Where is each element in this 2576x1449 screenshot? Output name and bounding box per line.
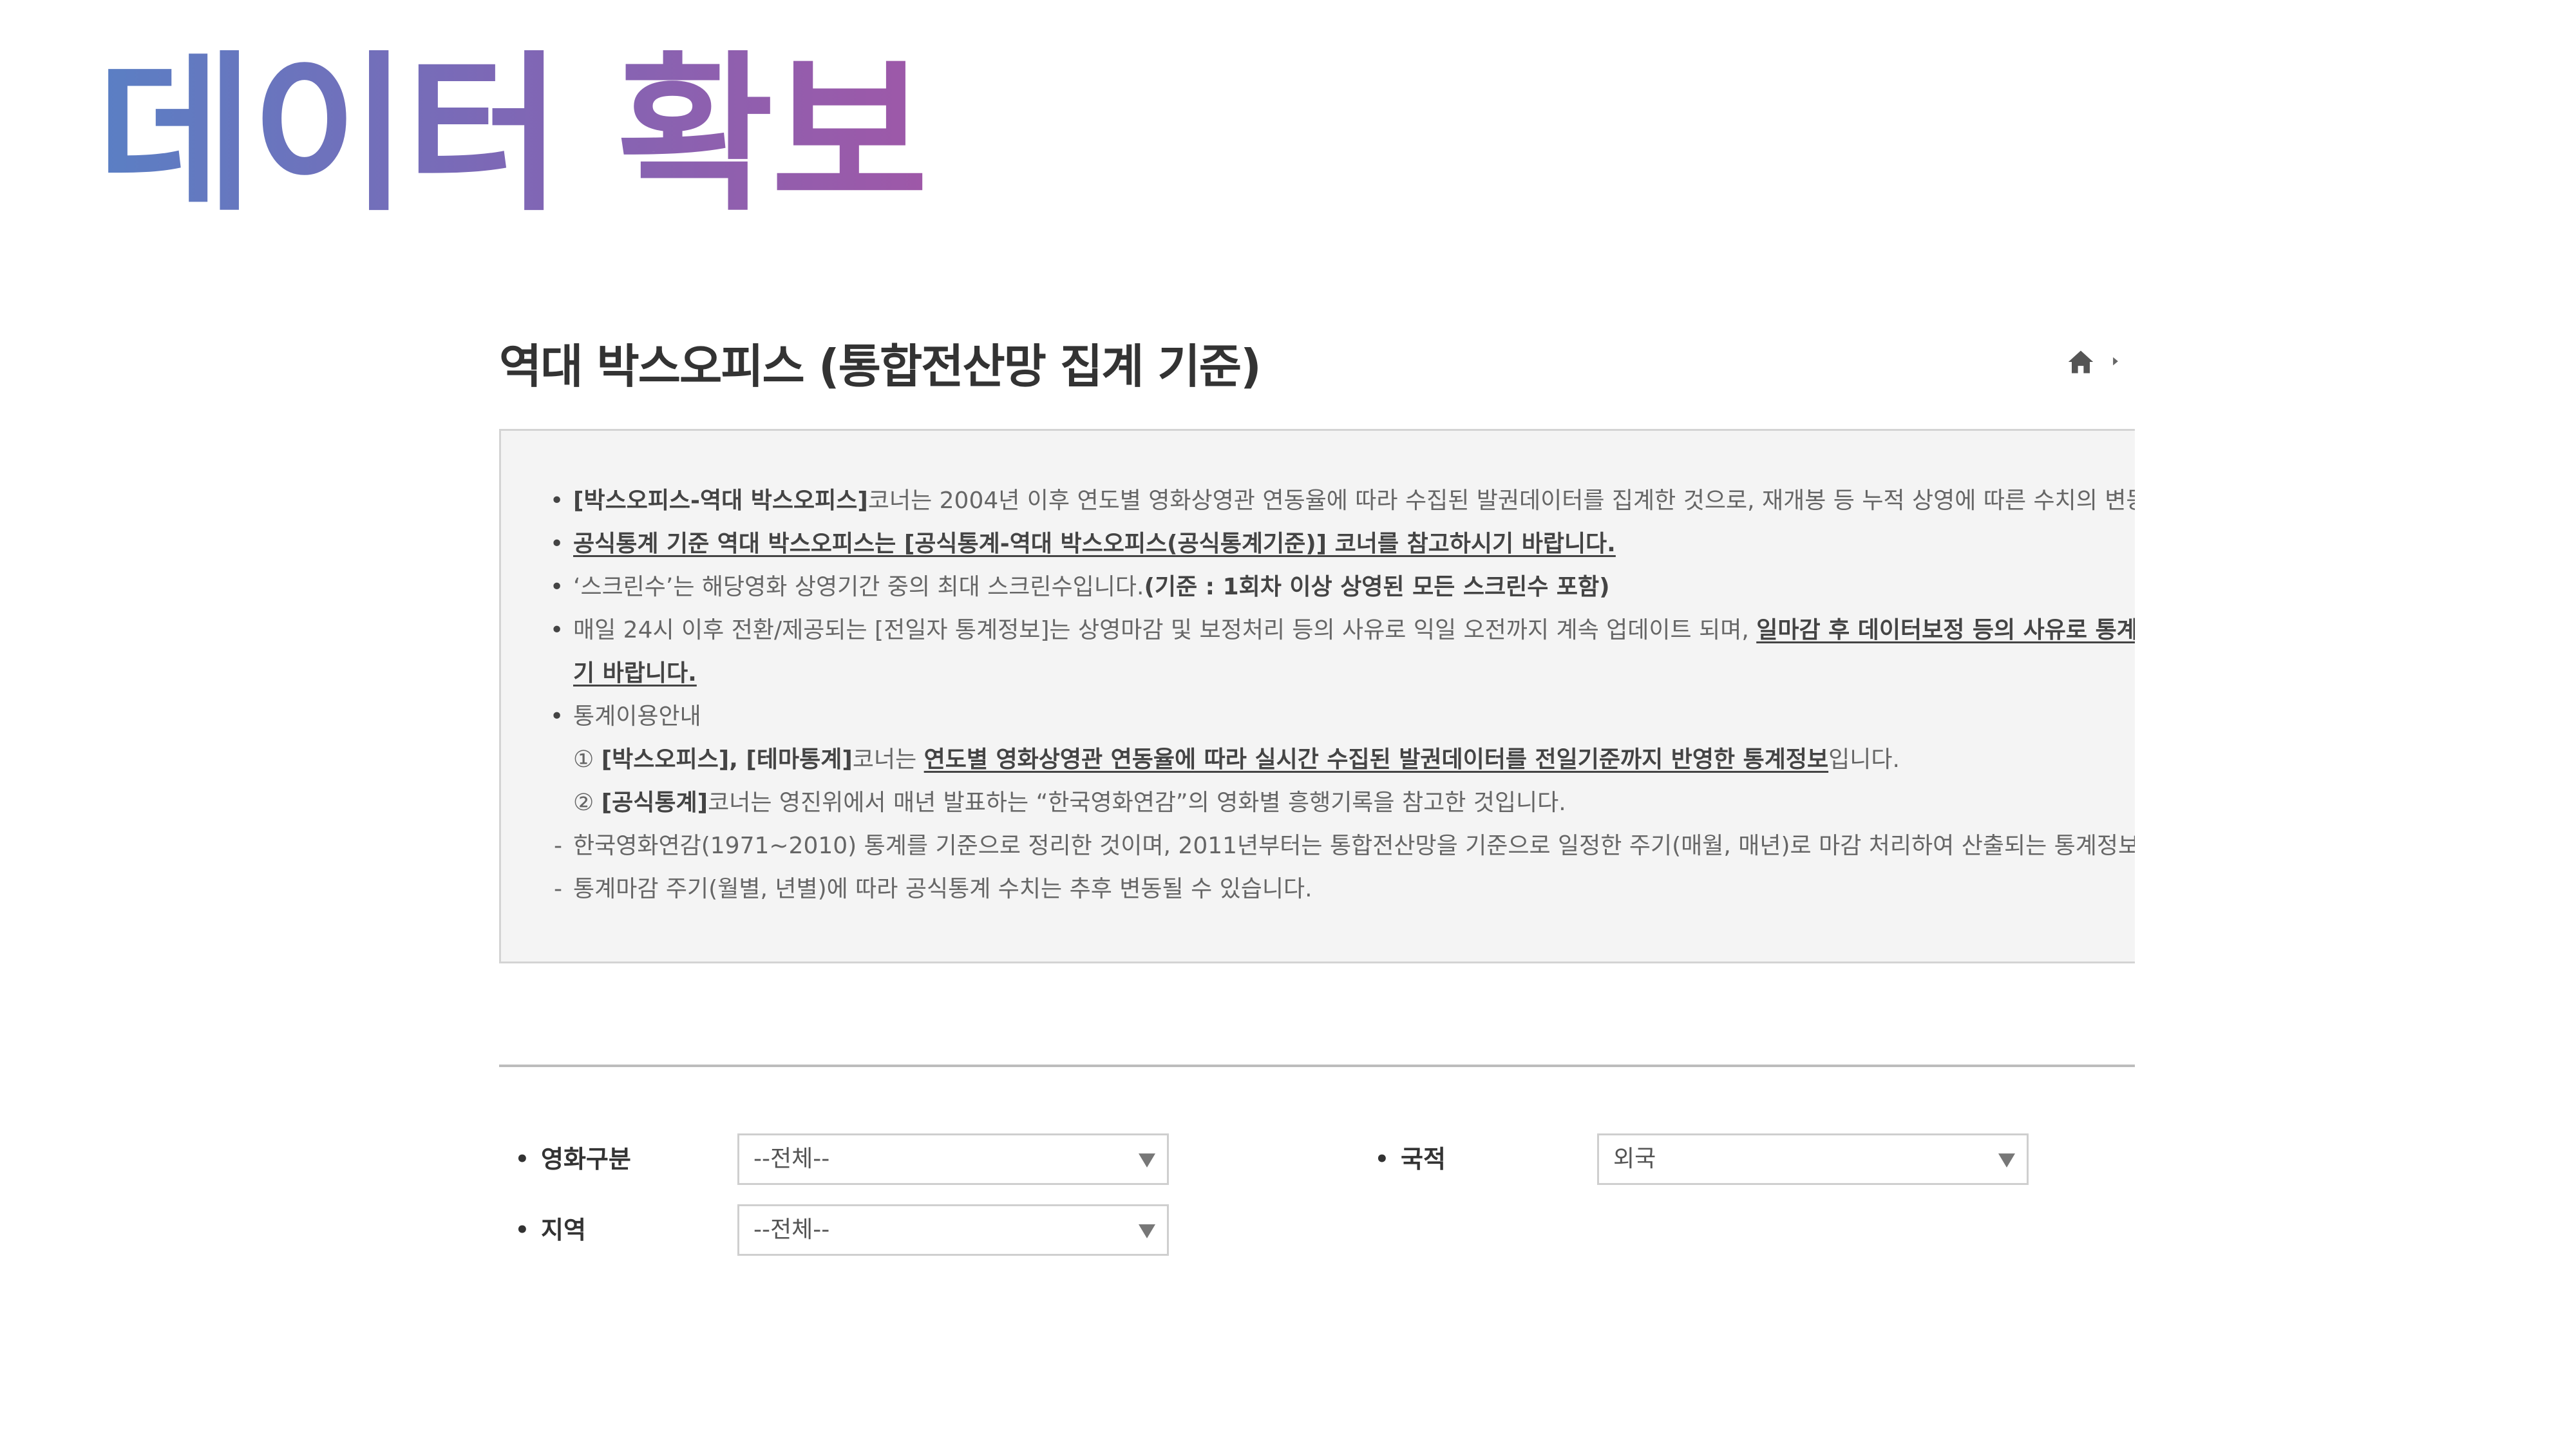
- notice-text: 통계이용안내: [573, 703, 701, 730]
- notice-text: 코너는 2004년 이후 연도별 영화상영관 연동율에 따라 수집된 발권데이터…: [867, 488, 2135, 514]
- notice-text: 한국영화연감(1971~2010) 통계를 기준으로 정리한 것이며, 2011…: [573, 833, 2135, 859]
- notice-strong-text: [박스오피스-역대 박스오피스]: [573, 488, 868, 514]
- triangle-down-icon: [1139, 1153, 1155, 1168]
- triangle-down-icon: [1998, 1153, 2015, 1168]
- home-icon[interactable]: [2067, 349, 2094, 375]
- notice-item: 통계이용안내: [550, 695, 2135, 738]
- region-value: --전체--: [753, 1217, 830, 1243]
- notice-text: ②: [573, 790, 601, 816]
- region-label: 지역: [515, 1204, 586, 1256]
- notice-item-continued: 기 바랍니다.: [554, 652, 2135, 695]
- notice-strong-text: 일마감 후 데이터보정 등의 사유로 통계정보: [1756, 617, 2135, 643]
- notice-item: 공식통계 기준 역대 박스오피스는 [공식통계-역대 박스오피스(공식통계기준)…: [550, 522, 2135, 565]
- notice-text: 입니다.: [1828, 746, 1900, 773]
- notice-box: [박스오피스-역대 박스오피스]코너는 2004년 이후 연도별 영화상영관 연…: [499, 429, 2135, 963]
- notice-strong-text: (기준 : 1회차 이상 상영된 모든 스크린수 포함): [1144, 574, 1610, 600]
- region-select[interactable]: --전체--: [737, 1204, 1169, 1256]
- notice-text: 코너는 영진위에서 매년 발표하는 “한국영화연감”의 영화별 흥행기록을 참고…: [708, 790, 1566, 816]
- notice-strong-text: [박스오피스], [테마통계]: [601, 746, 853, 773]
- page-title: 역대 박스오피스 (통합전산망 집계 기준): [499, 339, 1262, 393]
- notice-item: [박스오피스-역대 박스오피스]코너는 2004년 이후 연도별 영화상영관 연…: [550, 479, 2135, 522]
- notice-subitem: ② [공식통계]코너는 영진위에서 매년 발표하는 “한국영화연감”의 영화별 …: [554, 781, 2135, 824]
- notice-text: ‘스크린수’는 해당영화 상영기간 중의 최대 스크린수입니다.: [573, 574, 1144, 600]
- notice-text: 코너는: [852, 746, 924, 773]
- movie-type-select[interactable]: --전체--: [737, 1133, 1169, 1185]
- notice-item: ‘스크린수’는 해당영화 상영기간 중의 최대 스크린수입니다.(기준 : 1회…: [550, 565, 2135, 609]
- notice-strong-text: 기 바랍니다.: [573, 660, 697, 687]
- notice-text: ①: [573, 746, 601, 773]
- notice-subitem: 통계마감 주기(월별, 년별)에 따라 공식통계 수치는 추후 변동될 수 있습…: [554, 867, 2135, 911]
- nationality-value: 외국: [1613, 1146, 1656, 1172]
- notice-text: 매일 24시 이후 전환/제공되는 [전일자 통계정보]는 상영마감 및 보정처…: [573, 617, 1757, 643]
- notice-list: [박스오피스-역대 박스오피스]코너는 2004년 이후 연도별 영화상영관 연…: [550, 479, 2135, 911]
- slide-title: 데이터 확보: [97, 36, 928, 234]
- caret-right-icon: [2113, 357, 2118, 366]
- notice-strong-text: 공식통계 기준 역대 박스오피스는 [공식통계-역대 박스오피스(공식통계기준)…: [573, 531, 1616, 557]
- nationality-label: 국적: [1375, 1133, 1446, 1185]
- movie-type-label: 영화구분: [515, 1133, 631, 1185]
- notice-strong-text: [공식통계]: [601, 790, 708, 816]
- notice-text: 통계마감 주기(월별, 년별)에 따라 공식통계 수치는 추후 변동될 수 있습…: [573, 876, 1312, 902]
- kobis-screenshot: 역대 박스오피스 (통합전산망 집계 기준) [박스오피스-역대 박스오피스]코…: [499, 303, 2135, 1269]
- notice-subitem: ① [박스오피스], [테마통계]코너는 연도별 영화상영관 연동율에 따라 실…: [554, 738, 2135, 781]
- movie-type-value: --전체--: [753, 1146, 830, 1172]
- notice-strong-text: 연도별 영화상영관 연동율에 따라 실시간 수집된 발권데이터를 전일기준까지 …: [923, 746, 1829, 773]
- section-divider: [499, 1065, 2135, 1067]
- triangle-down-icon: [1139, 1224, 1155, 1238]
- notice-item: 매일 24시 이후 전환/제공되는 [전일자 통계정보]는 상영마감 및 보정처…: [550, 609, 2135, 652]
- nationality-select[interactable]: 외국: [1597, 1133, 2029, 1185]
- notice-subitem: 한국영화연감(1971~2010) 통계를 기준으로 정리한 것이며, 2011…: [554, 824, 2135, 867]
